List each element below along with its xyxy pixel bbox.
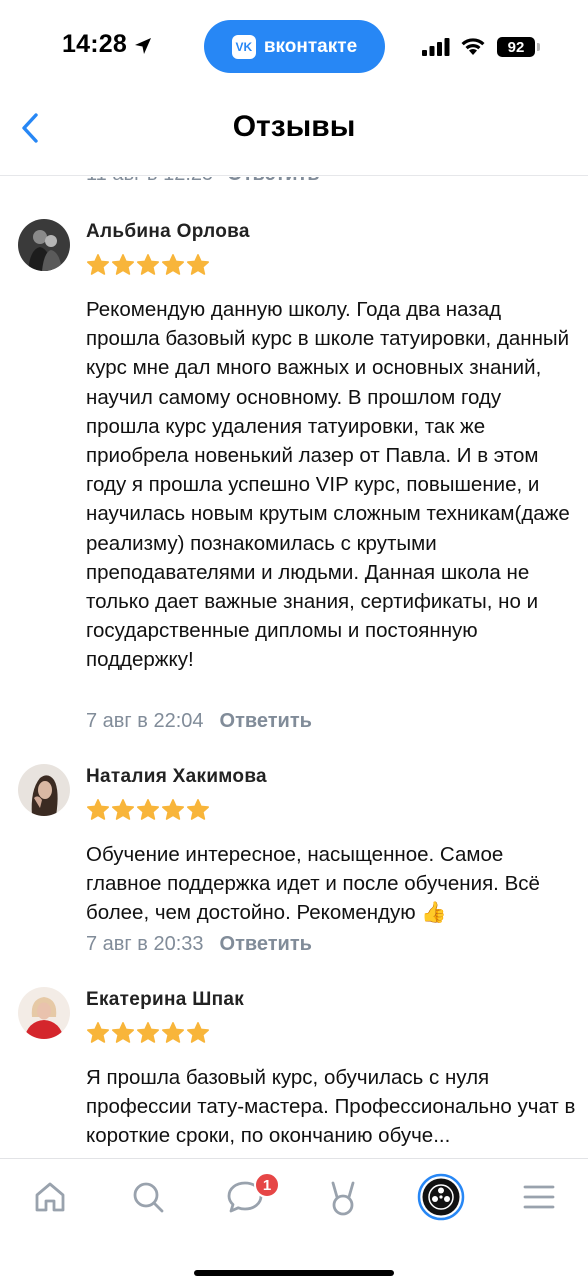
rating-stars	[86, 1021, 210, 1045]
review-date: 7 авг в 20:33	[86, 933, 204, 955]
location-arrow-icon	[135, 38, 151, 54]
author-name[interactable]: Екатерина Шпак	[86, 989, 244, 1011]
battery-indicator: 92	[497, 37, 535, 57]
tab-home[interactable]	[26, 1173, 74, 1221]
star-icon	[162, 799, 184, 820]
star-icon	[87, 254, 109, 275]
reply-button[interactable]: Ответить	[220, 933, 312, 955]
vk-pill-label: вконтакте	[263, 35, 358, 57]
review-text: Я прошла базовый курс, обучилась с нуля …	[86, 1066, 576, 1148]
reply-button[interactable]: Ответить	[220, 710, 312, 732]
tab-bar: 1	[0, 1158, 588, 1280]
avatar[interactable]	[18, 987, 70, 1039]
clips-icon	[331, 1181, 355, 1216]
cellular-signal-icon	[422, 38, 450, 56]
review-text: Обучение интересное, насыщенное. Самое г…	[86, 843, 540, 925]
community-avatar	[417, 1173, 465, 1221]
star-icon	[112, 1022, 134, 1043]
star-icon	[162, 1022, 184, 1043]
review-meta: 7 авг в 22:04 Ответить	[86, 710, 312, 733]
rating-stars	[86, 798, 210, 822]
review-date: 7 авг в 22:04	[86, 710, 204, 732]
tab-community[interactable]	[417, 1173, 465, 1221]
star-icon	[137, 1022, 159, 1043]
page-title: Отзывы	[232, 110, 356, 143]
tab-menu[interactable]	[515, 1173, 563, 1221]
wifi-icon	[461, 38, 485, 55]
star-icon	[137, 254, 159, 275]
review-meta-cut: 11 авг в 12:25 Ответить	[86, 177, 320, 186]
star-icon	[162, 254, 184, 275]
star-icon	[112, 254, 134, 275]
avatar[interactable]	[18, 219, 70, 271]
rating-stars	[86, 253, 210, 277]
messages-badge: 1	[254, 1172, 280, 1198]
vk-app-pill[interactable]: VK вконтакте	[204, 20, 385, 73]
status-bar: 14:28 VK вконтакте 92	[0, 0, 588, 96]
review-meta: 7 авг в 20:33 Ответить	[86, 933, 312, 956]
star-icon	[87, 799, 109, 820]
author-name[interactable]: Наталия Хакимова	[86, 766, 267, 788]
tab-search[interactable]	[124, 1173, 172, 1221]
reviews-feed[interactable]: 11 авг в 12:25 Ответить Альбина Орлова Ре…	[0, 177, 588, 1157]
star-icon	[112, 799, 134, 820]
review-date: 11 авг в 12:25	[86, 177, 213, 185]
home-indicator	[194, 1270, 394, 1276]
reply-button[interactable]: Ответить	[227, 177, 319, 185]
star-icon	[137, 799, 159, 820]
home-icon	[35, 1182, 65, 1212]
review-text: Рекомендую данную школу. Года два назад …	[86, 298, 570, 672]
star-icon	[87, 1022, 109, 1043]
status-time: 14:28	[62, 30, 127, 58]
author-name[interactable]: Альбина Орлова	[86, 221, 250, 243]
star-icon	[187, 1022, 209, 1043]
menu-icon	[523, 1185, 555, 1209]
tab-clips[interactable]	[319, 1173, 367, 1221]
battery-tip	[537, 43, 540, 51]
avatar[interactable]	[18, 764, 70, 816]
star-icon	[187, 254, 209, 275]
star-icon	[187, 799, 209, 820]
search-icon	[133, 1182, 164, 1213]
nav-header: Отзывы	[0, 96, 588, 176]
vk-logo-icon: VK	[231, 34, 256, 59]
